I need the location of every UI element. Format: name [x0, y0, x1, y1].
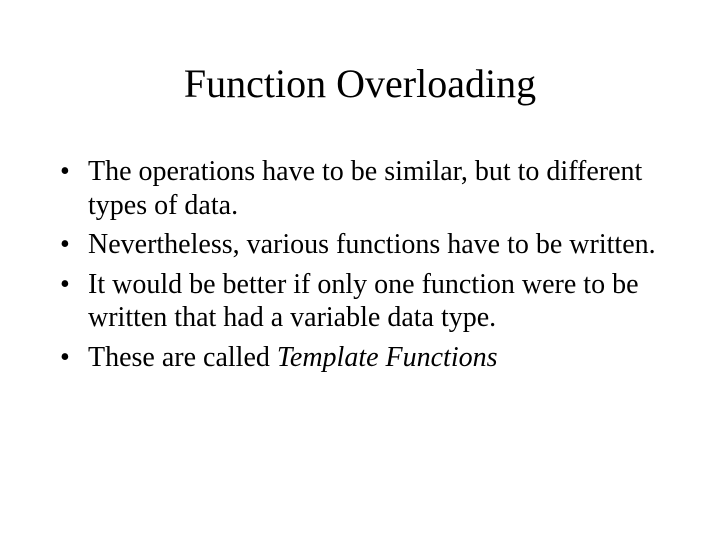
slide-title: Function Overloading [50, 60, 670, 107]
bullet-item: It would be better if only one function … [60, 268, 660, 335]
italic-term: Template Functions [277, 342, 498, 373]
bullet-text: These are called [88, 342, 277, 373]
bullet-item: Nevertheless, various functions have to … [60, 228, 660, 262]
bullet-item: The operations have to be similar, but t… [60, 155, 660, 222]
bullet-list: The operations have to be similar, but t… [50, 155, 670, 375]
slide: Function Overloading The operations have… [0, 0, 720, 540]
bullet-item: These are called Template Functions [60, 341, 660, 375]
